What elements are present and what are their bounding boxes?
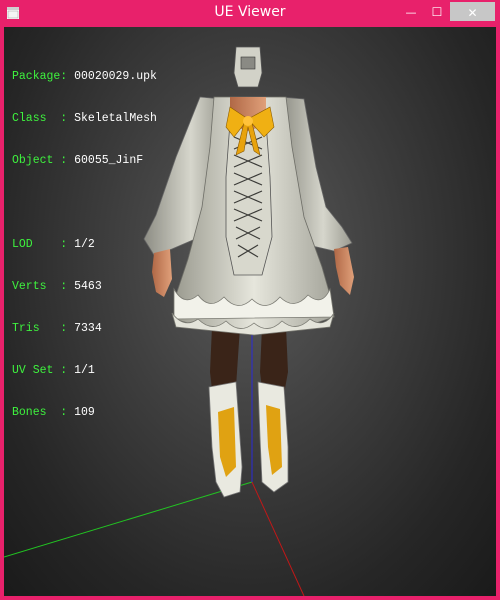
close-button[interactable]: ✕ (450, 2, 495, 21)
bones-label: Bones : (12, 406, 68, 419)
bones-row: Bones : 109 (12, 406, 157, 420)
x-axis-red (251, 481, 305, 596)
package-row: Package: 00020029.upk (12, 70, 157, 84)
collar-buckle (240, 56, 256, 70)
close-icon: ✕ (467, 6, 478, 20)
maximize-button[interactable]: ☐ (424, 1, 450, 21)
uvset-value: 1/1 (74, 364, 95, 377)
mesh-info-overlay: Package: 00020029.upk Class : SkeletalMe… (12, 42, 157, 448)
class-label: Class : (12, 112, 68, 125)
package-label: Package: (12, 70, 68, 83)
class-row: Class : SkeletalMesh (12, 112, 157, 126)
tris-row: Tris : 7334 (12, 322, 157, 336)
bow-knot (243, 116, 253, 126)
title-bar[interactable]: UE Viewer — ☐ ✕ (0, 0, 500, 26)
3d-viewport[interactable]: Package: 00020029.upk Class : SkeletalMe… (4, 27, 496, 596)
minimize-icon: — (405, 6, 417, 19)
y-axis-green (4, 481, 253, 558)
uvset-label: UV Set : (12, 364, 68, 377)
tris-value: 7334 (74, 322, 102, 335)
object-label: Object : (12, 154, 68, 167)
verts-label: Verts : (12, 280, 68, 293)
verts-value: 5463 (74, 280, 102, 293)
uvset-row: UV Set : 1/1 (12, 364, 157, 378)
lod-value: 1/2 (74, 238, 95, 251)
app-window: UE Viewer — ☐ ✕ Package: 00020029.upk Cl… (0, 0, 500, 600)
object-row: Object : 60055_JinF (12, 154, 157, 168)
right-hand (334, 247, 354, 295)
lod-label: LOD : (12, 238, 68, 251)
package-value: 00020029.upk (74, 70, 157, 83)
tris-label: Tris : (12, 322, 68, 335)
object-value: 60055_JinF (74, 154, 144, 167)
verts-row: Verts : 5463 (12, 280, 157, 294)
bones-value: 109 (74, 406, 95, 419)
maximize-icon: ☐ (431, 5, 443, 19)
lod-row: LOD : 1/2 (12, 238, 157, 252)
class-value: SkeletalMesh (74, 112, 157, 125)
minimize-button[interactable]: — (398, 1, 424, 21)
